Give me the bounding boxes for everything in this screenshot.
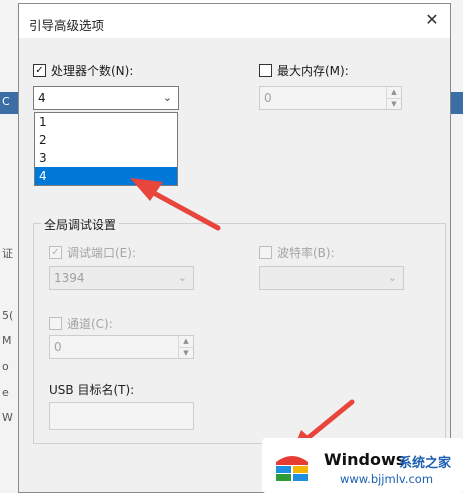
annotation-arrows xyxy=(130,178,355,452)
watermark-site-name: 系统之家 xyxy=(399,456,452,471)
annotation-arrow-to-option xyxy=(130,178,221,231)
windows-logo-icon xyxy=(276,456,308,481)
watermark-url: www.bjjmlv.com xyxy=(340,472,434,486)
watermark-brand: Windows xyxy=(324,450,406,469)
watermark: Windows 系统之家 www.bjjmlv.com xyxy=(262,438,463,493)
